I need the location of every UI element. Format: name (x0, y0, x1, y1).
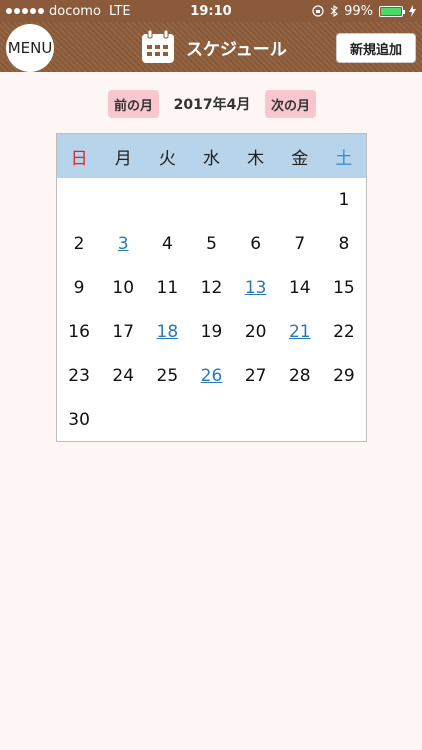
calendar-week: 2345678 (57, 222, 366, 266)
day-cell[interactable]: 5 (189, 222, 233, 266)
calendar-body: 1 2 3 4 5 6 7 8 9 10 11 12 13 14 15 16 17 18 19 20 21 22 23 24 2… (57, 178, 366, 442)
month-navigation: 前の月 2017年4月 次の月 (108, 90, 317, 118)
day-cell[interactable]: 17 (101, 310, 145, 354)
empty-day-cell (145, 398, 189, 442)
day-cell[interactable]: 6 (234, 222, 278, 266)
day-cell[interactable]: 9 (57, 266, 101, 310)
calendar-grid: 日 月 火 水 木 金 土 1 2 3 4 5 6 7 8 9 10 11 12 13 14 15 16 17 1… (56, 133, 367, 442)
day-cell[interactable]: 11 (145, 266, 189, 310)
menu-button[interactable]: MENU (6, 24, 54, 72)
prev-month-button[interactable]: 前の月 (108, 90, 160, 118)
battery-icon (379, 5, 405, 17)
empty-day-cell (145, 178, 189, 222)
weekday-sun: 日 (70, 148, 88, 169)
status-bar: docomo LTE 19:10 99% (0, 0, 422, 22)
empty-day-cell (234, 398, 278, 442)
day-cell[interactable]: 7 (278, 222, 322, 266)
empty-day-cell (278, 398, 322, 442)
day-cell[interactable]: 10 (101, 266, 145, 310)
weekday-header: 日 月 火 水 木 金 土 (57, 134, 366, 178)
calendar-week: 30 (57, 398, 366, 442)
empty-day-cell (101, 398, 145, 442)
navigation-bar: MENU スケジュール 新規追加 (0, 22, 422, 72)
empty-day-cell (278, 178, 322, 222)
day-cell[interactable]: 25 (145, 354, 189, 398)
network-type: LTE (108, 3, 131, 19)
day-cell[interactable]: 1 (322, 178, 366, 222)
weekday-sat: 土 (335, 148, 353, 169)
day-cell[interactable]: 4 (145, 222, 189, 266)
empty-day-cell (57, 178, 101, 222)
empty-day-cell (189, 398, 233, 442)
day-cell[interactable]: 22 (322, 310, 366, 354)
rotation-lock-icon (312, 5, 324, 17)
calendar-icon (142, 29, 174, 63)
weekday-thu: 木 (247, 148, 265, 169)
day-cell[interactable]: 12 (189, 266, 233, 310)
add-new-button[interactable]: 新規追加 (336, 33, 416, 63)
day-cell[interactable]: 30 (57, 398, 101, 442)
empty-day-cell (189, 178, 233, 222)
day-cell-with-event[interactable]: 18 (145, 310, 189, 354)
day-cell[interactable]: 27 (234, 354, 278, 398)
day-cell[interactable]: 28 (278, 354, 322, 398)
weekday-tue: 火 (158, 148, 176, 169)
bluetooth-icon (330, 5, 338, 17)
day-cell-with-event[interactable]: 3 (101, 222, 145, 266)
current-month-label: 2017年4月 (173, 97, 251, 113)
day-cell[interactable]: 8 (322, 222, 366, 266)
day-cell[interactable]: 19 (189, 310, 233, 354)
day-cell-with-event[interactable]: 13 (234, 266, 278, 310)
empty-day-cell (234, 178, 278, 222)
day-cell[interactable]: 15 (322, 266, 366, 310)
day-cell[interactable]: 29 (322, 354, 366, 398)
day-cell[interactable]: 14 (278, 266, 322, 310)
empty-day-cell (101, 178, 145, 222)
calendar-week: 1 (57, 178, 366, 222)
day-cell[interactable]: 2 (57, 222, 101, 266)
day-cell[interactable]: 20 (234, 310, 278, 354)
day-cell[interactable]: 24 (101, 354, 145, 398)
weekday-mon: 月 (114, 148, 132, 169)
carrier-name: docomo (49, 3, 101, 19)
day-cell-with-event[interactable]: 21 (278, 310, 322, 354)
day-cell[interactable]: 23 (57, 354, 101, 398)
calendar-week: 23 24 25 26 27 28 29 (57, 354, 366, 398)
day-cell[interactable]: 16 (57, 310, 101, 354)
empty-day-cell (322, 398, 366, 442)
weekday-fri: 金 (291, 148, 309, 169)
next-month-button[interactable]: 次の月 (265, 90, 317, 118)
charging-bolt-icon (409, 5, 416, 17)
nav-title-group: スケジュール (140, 26, 287, 68)
calendar-week: 9 10 11 12 13 14 15 (57, 266, 366, 310)
day-cell-with-event[interactable]: 26 (189, 354, 233, 398)
weekday-wed: 水 (202, 148, 220, 169)
battery-percent: 99% (344, 3, 373, 19)
signal-strength-icon (6, 8, 44, 14)
calendar-week: 16 17 18 19 20 21 22 (57, 310, 366, 354)
page-title: スケジュール (186, 39, 287, 60)
battery-fill (381, 7, 401, 15)
